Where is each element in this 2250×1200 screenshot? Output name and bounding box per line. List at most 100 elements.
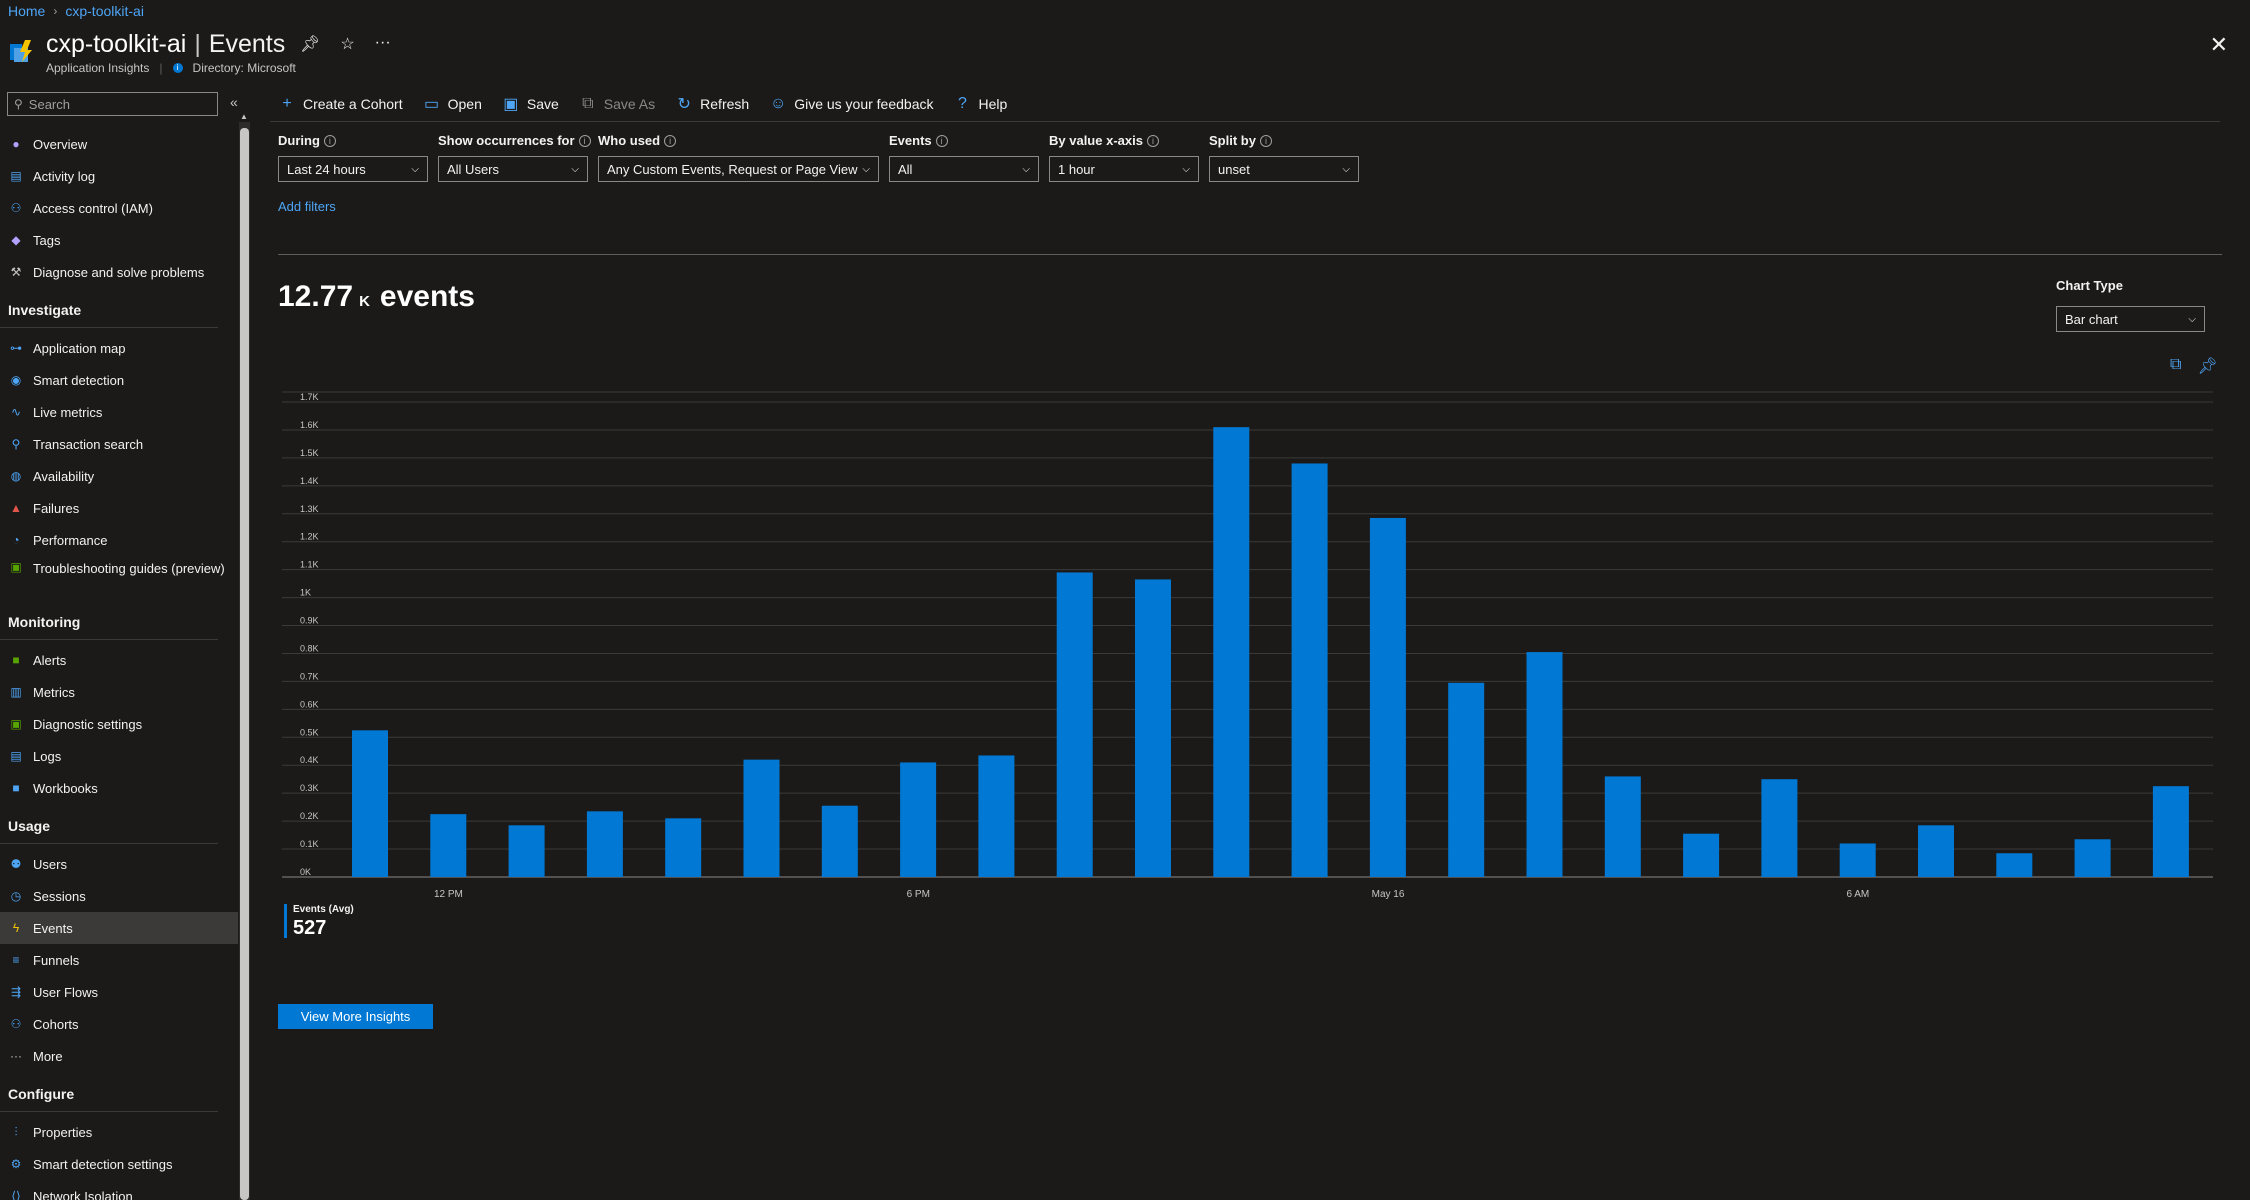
x-tick-label: May 16 [1372,889,1405,900]
info-icon[interactable]: i [1259,134,1272,147]
info-icon[interactable]: i [664,134,677,147]
sidebar-item-label: Transaction search [33,436,144,452]
sidebar-item-label: More [33,1048,63,1064]
sidebar-item-smart-detection[interactable]: ◉ Smart detection [0,364,238,396]
create-a-cohort-button[interactable]: + Create a Cohort [278,95,403,113]
sidebar-item-label: Diagnose and solve problems [33,264,205,280]
pin-chart-icon[interactable]: 📌︎ [2197,356,2217,376]
sidebar-item-metrics[interactable]: ▥ Metrics [0,676,238,708]
sidebar-item-troubleshooting-guides-preview[interactable]: ▣ Troubleshooting guides (preview) [0,556,238,600]
refresh-button[interactable]: ↻ Refresh [675,94,749,114]
view-more-insights-button[interactable]: View More Insights [278,1004,433,1029]
y-tick-label: 0.2K [300,811,319,821]
y-tick-label: 1.6K [300,420,319,430]
sidebar-item-application-map[interactable]: ⊶ Application map [0,332,238,364]
give-us-your-feedback-button[interactable]: ☺ Give us your feedback [769,95,933,113]
search-icon: ⚲ [14,97,23,111]
sidebar-section-investigate: Investigate [0,288,218,328]
sidebar-item-diagnose-and-solve-problems[interactable]: ⚒ Diagnose and solve problems [0,256,238,288]
sidebar-item-workbooks[interactable]: ■ Workbooks [0,772,238,804]
breadcrumb-resource-link[interactable]: cxp-toolkit-ai [65,3,144,19]
feedback-icon: ☺ [770,95,787,112]
pin-icon[interactable]: 📌︎ [300,34,320,54]
sidebar-scroll-thumb[interactable] [240,128,249,1200]
info-icon[interactable]: i [323,134,336,147]
sidebar-item-access-control-iam[interactable]: ⚇ Access control (IAM) [0,192,238,224]
legend-color-swatch [284,904,287,938]
star-icon[interactable]: ☆ [340,34,354,54]
sidebar-item-label: Activity log [33,168,96,184]
sidebar-item-smart-detection-settings[interactable]: ⚙ Smart detection settings [0,1148,238,1180]
filter-during: During i Last 24 hours ⌵ [278,133,428,182]
application-insights-icon [8,38,34,64]
resource-name: cxp-toolkit-ai [46,30,187,58]
more-options-icon[interactable]: ··· [375,34,391,54]
save-icon: ▣ [503,96,519,113]
sidebar-item-alerts[interactable]: ■ Alerts [0,644,238,676]
close-icon[interactable]: ✕ [2210,32,2228,58]
y-tick-label: 0.3K [300,783,319,793]
sidebar-section-monitoring: Monitoring [0,600,218,640]
toolbar-label: Create a Cohort [303,96,403,112]
sidebar-item-cohorts[interactable]: ⚇ Cohorts [0,1008,238,1040]
chevron-down-icon: ⌵ [411,163,419,175]
sidebar-item-logs[interactable]: ▤ Logs [0,740,238,772]
help-icon: ? [958,95,967,112]
filter-dropdown[interactable]: unset ⌵ [1209,156,1359,182]
save-button[interactable]: ▣ Save [502,94,558,114]
sidebar-item-diagnostic-settings[interactable]: ▣ Diagnostic settings [0,708,238,740]
save-as-button[interactable]: ⧉ Save As [579,95,655,113]
chart-type-dropdown[interactable]: Bar chart ⌵ [2056,306,2205,332]
filter-dropdown[interactable]: 1 hour ⌵ [1049,156,1199,182]
y-tick-label: 1.5K [300,448,319,458]
sidebar-search-input[interactable]: ⚲ Search [7,92,218,116]
sidebar-item-network-isolation[interactable]: ⟨⟩ Network Isolation [0,1180,238,1200]
events-bar-chart: 0K 0.1K 0.2K 0.3K 0.4K 0.5K 0.6K 0.7K 0.8K 0.9K 1K… [282,391,2213,900]
diagnostic-icon: ▣ [10,717,22,731]
split-view-icon[interactable]: ⧉ [2170,356,2181,376]
y-tick-label: 1.2K [300,532,319,542]
breadcrumb: Home › cxp-toolkit-ai [8,3,144,19]
sidebar-item-performance[interactable]: ◔ Performance [0,524,238,556]
sidebar-item-live-metrics[interactable]: ∿ Live metrics [0,396,238,428]
network-icon: ⟨⟩ [11,1189,21,1200]
bar [1996,853,2033,877]
sidebar-item-more[interactable]: ··· More [0,1040,238,1072]
sidebar-item-users[interactable]: ⚉ Users [0,848,238,880]
logs-icon: ▤ [10,749,22,763]
filter-dropdown[interactable]: Any Custom Events, Request or Page View ⌵ [598,156,879,182]
sidebar-item-availability[interactable]: ◍ Availability [0,460,238,492]
sidebar-item-label: Alerts [33,652,67,668]
help-button[interactable]: ? Help [953,95,1007,113]
sidebar-item-sessions[interactable]: ◷ Sessions [0,880,238,912]
refresh-icon: ↻ [677,96,691,113]
sidebar-item-properties[interactable]: ⫶ Properties [0,1116,238,1148]
bar [665,818,702,877]
collapse-sidebar-icon[interactable]: « [230,94,238,110]
breadcrumb-home-link[interactable]: Home [8,3,45,19]
sidebar-item-activity-log[interactable]: ▤ Activity log [0,160,238,192]
open-button[interactable]: ▭ Open [423,94,482,114]
add-filters-link[interactable]: Add filters [278,199,336,214]
toolbar-label: Help [978,96,1008,112]
filter-dropdown[interactable]: Last 24 hours ⌵ [278,156,428,182]
filter-dropdown[interactable]: All ⌵ [889,156,1039,182]
sidebar-item-funnels[interactable]: ≡ Funnels [0,944,238,976]
info-icon[interactable]: i [578,134,591,147]
sidebar-item-user-flows[interactable]: ⇶ User Flows [0,976,238,1008]
info-icon[interactable]: i [935,134,948,147]
info-icon[interactable]: i [1146,134,1159,147]
sidebar-item-label: Overview [33,136,88,152]
scroll-up-icon[interactable]: ▲ [240,112,248,121]
sidebar-item-overview[interactable]: ● Overview [0,128,238,160]
filter-dropdown[interactable]: All Users ⌵ [438,156,588,182]
events-count-unit: K [359,293,370,310]
sidebar-item-events[interactable]: ϟ Events [0,912,238,944]
directory-icon: i [172,63,183,73]
sidebar-item-failures[interactable]: ▲ Failures [0,492,238,524]
sidebar-item-transaction-search[interactable]: ⚲ Transaction search [0,428,238,460]
lightbulb-icon: ● [12,137,20,151]
toolbar-label: Give us your feedback [794,96,934,112]
sidebar-item-tags[interactable]: ◆ Tags [0,224,238,256]
plus-icon: + [282,95,292,112]
